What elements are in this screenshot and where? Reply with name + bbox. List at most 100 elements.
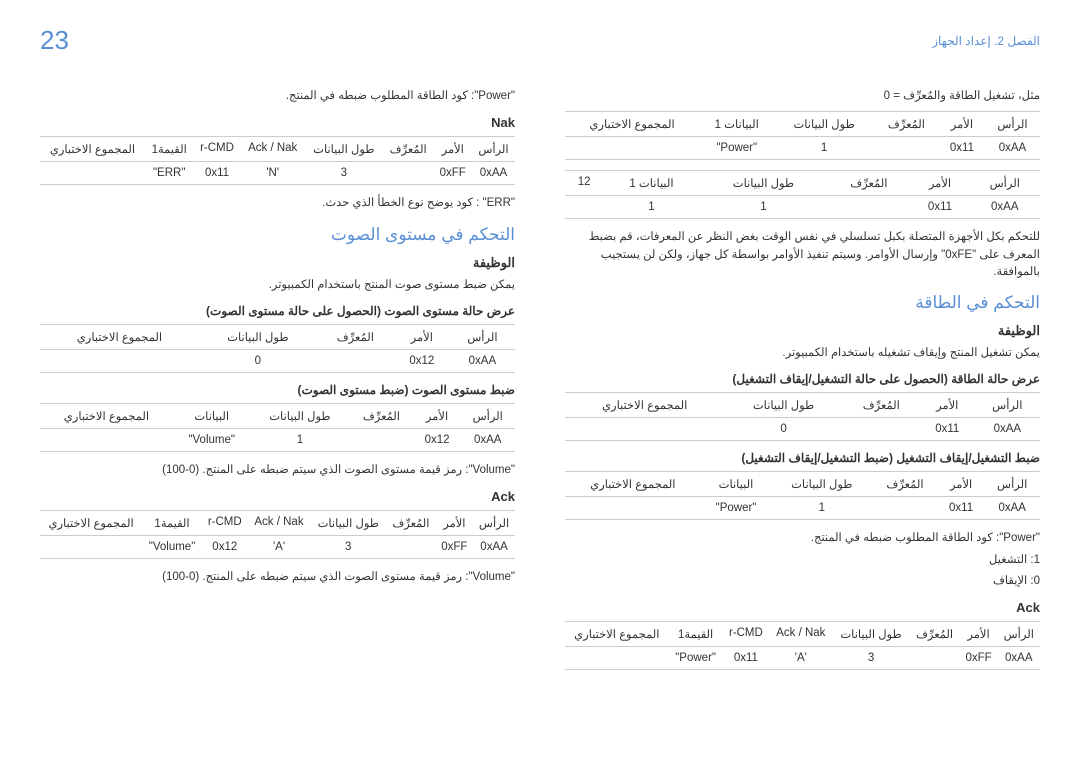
td: 'A' bbox=[769, 647, 832, 670]
heading-view-power: عرض حالة الطاقة (الحصول على حالة التشغيل… bbox=[565, 372, 1040, 386]
td: 3 bbox=[310, 536, 386, 559]
th: المجموع الاختباري bbox=[565, 622, 669, 647]
td: "Volume" bbox=[173, 428, 251, 451]
note-all-devices: للتحكم بكل الأجهزة المتصلة بكبل تسلسلي ف… bbox=[565, 229, 1040, 281]
th: r-CMD bbox=[723, 622, 769, 647]
th: الأمر bbox=[938, 472, 985, 497]
chapter-label: الفصل 2. إعداد الجهاز bbox=[932, 34, 1040, 48]
td: "Power" bbox=[701, 497, 772, 520]
td: 0x11 bbox=[920, 418, 975, 441]
td bbox=[386, 536, 435, 559]
td: 0x12 bbox=[414, 428, 461, 451]
th: الأمر bbox=[414, 403, 461, 428]
td: 0x11 bbox=[939, 137, 985, 160]
td bbox=[349, 428, 413, 451]
td: 'N' bbox=[241, 162, 305, 185]
heading-ack-2: Ack bbox=[40, 489, 515, 504]
th: المُعرِّف bbox=[386, 511, 435, 536]
td: 1 bbox=[603, 196, 699, 219]
td: 0xAA bbox=[975, 418, 1040, 441]
th: المجموع الاختباري bbox=[40, 137, 145, 162]
td bbox=[909, 647, 959, 670]
err-desc: "ERR" : كود يوضح نوع الخطأ الذي حدث. bbox=[40, 195, 515, 212]
td: 0xAA bbox=[473, 536, 515, 559]
th: الرأس bbox=[985, 112, 1040, 137]
table-set-power: الرأس الأمر المُعرِّف طول البيانات البيا… bbox=[565, 471, 1040, 520]
td bbox=[565, 647, 669, 670]
th: الأمر bbox=[910, 171, 969, 196]
td: 0xFF bbox=[960, 647, 998, 670]
td: 0 bbox=[199, 349, 317, 372]
td: "Volume" bbox=[142, 536, 202, 559]
th: الأمر bbox=[394, 324, 450, 349]
th: r-CMD bbox=[202, 511, 248, 536]
th: المُعرِّف bbox=[843, 393, 920, 418]
td bbox=[872, 497, 938, 520]
right-column: مثل، تشغيل الطاقة والمُعرِّف = 0 الرأس ا… bbox=[565, 84, 1040, 680]
td: "Power" bbox=[699, 137, 774, 160]
table-example-2: الرأس الأمر المُعرِّف طول البيانات البيا… bbox=[565, 170, 1040, 219]
function-desc-2: يمكن ضبط مستوى صوت المنتج باستخدام الكمب… bbox=[40, 277, 515, 294]
td: 'A' bbox=[248, 536, 311, 559]
td bbox=[565, 137, 699, 160]
th: طول البيانات bbox=[833, 622, 910, 647]
th: المجموع الاختباري bbox=[565, 472, 701, 497]
th: الرأس bbox=[975, 393, 1040, 418]
td: 0xAA bbox=[970, 196, 1040, 219]
th: الرأس bbox=[450, 324, 515, 349]
table-set-volume: الرأس الأمر المُعرِّف طول البيانات البيا… bbox=[40, 403, 515, 452]
th: المُعرِّف bbox=[317, 324, 394, 349]
th: المجموع الاختباري bbox=[40, 324, 199, 349]
th: طول البيانات bbox=[774, 112, 874, 137]
th: طول البيانات bbox=[724, 393, 842, 418]
th: طول البيانات bbox=[771, 472, 872, 497]
td: 0x11 bbox=[723, 647, 769, 670]
th: الرأس bbox=[984, 472, 1040, 497]
th: البيانات 1 bbox=[603, 171, 699, 196]
volume-desc: "Volume": رمز قيمة مستوى الصوت الذي سيتم… bbox=[40, 462, 515, 479]
th: الأمر bbox=[939, 112, 985, 137]
td bbox=[317, 349, 394, 372]
heading-volume-control: التحكم في مستوى الصوت bbox=[40, 225, 515, 245]
td: 0xAA bbox=[450, 349, 515, 372]
power-off: 0: الإيقاف bbox=[565, 573, 1040, 590]
td: 3 bbox=[305, 162, 383, 185]
td: 1 bbox=[700, 196, 828, 219]
th: الأمر bbox=[960, 622, 998, 647]
th: r-CMD bbox=[193, 137, 240, 162]
heading-view-volume: عرض حالة مستوى الصوت (الحصول على حالة مس… bbox=[40, 304, 515, 318]
th: المُعرِّف bbox=[349, 403, 413, 428]
th: الرأس bbox=[998, 622, 1040, 647]
table-nak-power: الرأس الأمر المُعرِّف طول البيانات Ack /… bbox=[40, 136, 515, 185]
th: البيانات bbox=[173, 403, 251, 428]
th: الأمر bbox=[920, 393, 975, 418]
page-header: الفصل 2. إعداد الجهاز 23 bbox=[40, 25, 1040, 56]
th: المُعرِّف bbox=[909, 622, 959, 647]
th: الرأس bbox=[472, 137, 515, 162]
table-view-power: الرأس الأمر المُعرِّف طول البيانات المجم… bbox=[565, 392, 1040, 441]
heading-function-2: الوظيفة bbox=[40, 255, 515, 271]
table-ack-volume: الرأس الأمر المُعرِّف طول البيانات Ack /… bbox=[40, 510, 515, 559]
th: المُعرِّف bbox=[872, 472, 938, 497]
td: 0x11 bbox=[193, 162, 240, 185]
th: المجموع الاختباري bbox=[40, 511, 142, 536]
th: البيانات bbox=[701, 472, 772, 497]
heading-set-volume: ضبط مستوى الصوت (ضبط مستوى الصوت) bbox=[40, 383, 515, 397]
power-on: 1: التشغيل bbox=[565, 552, 1040, 569]
th: المجموع الاختباري bbox=[565, 112, 699, 137]
example-line: مثل، تشغيل الطاقة والمُعرِّف = 0 bbox=[565, 88, 1040, 105]
td: 3 bbox=[833, 647, 910, 670]
th: طول البيانات bbox=[305, 137, 383, 162]
td: 0 bbox=[724, 418, 842, 441]
th: البيانات 1 bbox=[699, 112, 774, 137]
td: 0x12 bbox=[202, 536, 248, 559]
power-code-desc-2: "Power": كود الطاقة المطلوب ضبطه في المن… bbox=[40, 88, 515, 105]
td bbox=[40, 349, 199, 372]
th: المُعرِّف bbox=[383, 137, 434, 162]
th: المُعرِّف bbox=[827, 171, 910, 196]
th: 12 bbox=[565, 171, 603, 196]
th: القيمة1 bbox=[669, 622, 723, 647]
td bbox=[40, 162, 145, 185]
th: المُعرِّف bbox=[874, 112, 939, 137]
th: طول البيانات bbox=[251, 403, 350, 428]
